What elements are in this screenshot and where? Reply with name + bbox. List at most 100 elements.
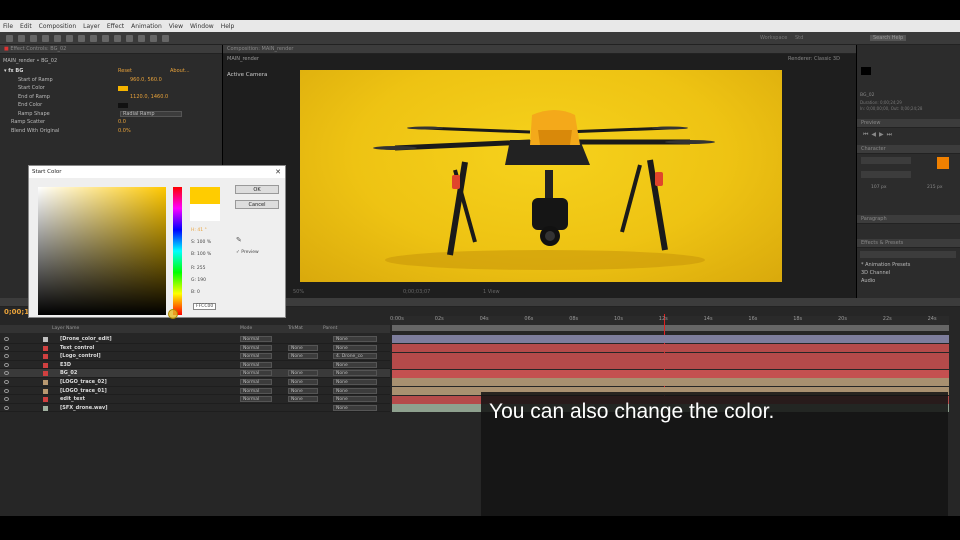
- puppet-tool-icon[interactable]: [162, 35, 169, 42]
- blend-mode-select[interactable]: Normal: [240, 370, 272, 377]
- label-color-swatch[interactable]: [43, 362, 48, 368]
- layer-name[interactable]: [LOGO_trace_02]: [60, 378, 107, 387]
- label-color-swatch[interactable]: [43, 337, 48, 342]
- parent-select[interactable]: None: [333, 370, 377, 377]
- ok-button[interactable]: OK: [235, 185, 279, 194]
- hand-tool-icon[interactable]: [18, 35, 25, 42]
- eyedropper-icon[interactable]: ✎: [236, 236, 242, 244]
- search-help-input[interactable]: Search Help: [870, 35, 907, 41]
- about-link[interactable]: About...: [170, 67, 190, 76]
- h-field[interactable]: H: 41 °: [191, 228, 207, 233]
- visibility-eye-icon[interactable]: [4, 388, 9, 393]
- blend-mode-select[interactable]: Normal: [240, 361, 272, 368]
- clone-tool-icon[interactable]: [126, 35, 133, 42]
- preset-item[interactable]: 3D Channel: [861, 270, 890, 276]
- ramp-shape-select[interactable]: Radial Ramp: [120, 110, 182, 117]
- workspace-select[interactable]: Std: [795, 35, 803, 41]
- layer-row[interactable]: edit_text Normal None None: [0, 395, 390, 404]
- cancel-button[interactable]: Cancel: [235, 200, 279, 209]
- property-value[interactable]: 1120.0, 1460.0: [130, 93, 168, 102]
- layer-name[interactable]: Text_control: [60, 344, 94, 353]
- blend-mode-select[interactable]: Normal: [240, 336, 272, 342]
- blend-mode-select[interactable]: Normal: [240, 344, 272, 351]
- layer-name[interactable]: E3D: [60, 361, 71, 370]
- blend-mode-select[interactable]: Normal: [240, 396, 272, 403]
- brush-tool-icon[interactable]: [114, 35, 121, 42]
- end-color-swatch[interactable]: [118, 103, 128, 108]
- camera-tool-icon[interactable]: [54, 35, 61, 42]
- r-field[interactable]: R: 255: [191, 266, 206, 271]
- text-tool-icon[interactable]: [102, 35, 109, 42]
- track-matte-select[interactable]: None: [288, 379, 318, 385]
- property-value[interactable]: 0.0%: [118, 127, 131, 136]
- menu-animation[interactable]: Animation: [131, 23, 162, 30]
- pen-tool-icon[interactable]: [90, 35, 97, 42]
- visibility-eye-icon[interactable]: [4, 397, 9, 402]
- parent-select[interactable]: 4. Drone_co: [333, 353, 377, 360]
- visibility-eye-icon[interactable]: [4, 371, 9, 376]
- fill-color-swatch[interactable]: [937, 157, 949, 169]
- label-color-swatch[interactable]: [43, 380, 48, 385]
- composition-viewer[interactable]: [300, 70, 782, 282]
- parent-select[interactable]: None: [333, 336, 377, 342]
- layer-duration-bar[interactable]: [392, 369, 949, 378]
- mask-tool-icon[interactable]: [78, 35, 85, 42]
- layer-name[interactable]: [SFX_drone.wav]: [60, 404, 108, 413]
- time-ruler[interactable]: [392, 316, 949, 325]
- effect-header-row[interactable]: ▾ fx BG Reset About...: [0, 67, 220, 76]
- header-parent[interactable]: Parent: [323, 325, 337, 333]
- parent-select[interactable]: None: [333, 387, 377, 394]
- layer-name[interactable]: BG_02: [60, 369, 77, 378]
- layer-duration-bar[interactable]: [392, 361, 949, 370]
- property-value[interactable]: 0.0: [118, 118, 126, 127]
- label-color-swatch[interactable]: [43, 388, 48, 394]
- layer-row[interactable]: [LOGO_trace_01] Normal None None: [0, 387, 390, 396]
- effect-row-blend[interactable]: Blend With Original 0.0%: [0, 127, 220, 136]
- selection-tool-icon[interactable]: [6, 35, 13, 42]
- font-size-field[interactable]: 107 px: [871, 185, 887, 190]
- roto-tool-icon[interactable]: [150, 35, 157, 42]
- layer-row[interactable]: BG_02 Normal None None: [0, 369, 390, 378]
- visibility-eye-icon[interactable]: [4, 362, 9, 367]
- menu-file[interactable]: File: [3, 23, 13, 30]
- label-color-swatch[interactable]: [43, 397, 48, 403]
- menu-layer[interactable]: Layer: [83, 23, 100, 30]
- parent-select[interactable]: None: [333, 396, 377, 403]
- header-layer-name[interactable]: Layer Name: [52, 325, 79, 333]
- parent-select[interactable]: None: [333, 344, 377, 351]
- start-color-swatch[interactable]: [118, 86, 128, 91]
- effect-row-end-of-ramp[interactable]: End of Ramp 1120.0, 1460.0: [0, 93, 220, 102]
- track-matte-select[interactable]: None: [288, 396, 318, 403]
- comp-time-display[interactable]: 0;00;03;07: [403, 289, 430, 295]
- pan-tool-icon[interactable]: [66, 35, 73, 42]
- layer-name[interactable]: edit_text: [60, 395, 85, 404]
- hue-slider[interactable]: [173, 187, 182, 315]
- eraser-tool-icon[interactable]: [138, 35, 145, 42]
- menu-edit[interactable]: Edit: [20, 23, 32, 30]
- layer-duration-bar[interactable]: [392, 352, 949, 361]
- comp-sub-tab[interactable]: MAIN_render: [227, 56, 259, 62]
- track-matte-select[interactable]: None: [288, 344, 318, 351]
- g-field[interactable]: G: 190: [191, 278, 206, 283]
- menu-window[interactable]: Window: [190, 23, 214, 30]
- reset-link[interactable]: Reset: [118, 67, 132, 76]
- header-mode[interactable]: Mode: [240, 325, 252, 333]
- visibility-eye-icon[interactable]: [4, 354, 9, 359]
- composition-tab[interactable]: Composition: MAIN_render: [223, 45, 856, 54]
- blend-mode-select[interactable]: Normal: [240, 387, 272, 394]
- property-value[interactable]: 960.0, 560.0: [130, 76, 162, 85]
- track-matte-select[interactable]: None: [288, 370, 318, 377]
- b-field[interactable]: B: 100 %: [191, 252, 211, 257]
- visibility-eye-icon[interactable]: [4, 345, 9, 350]
- preset-item[interactable]: * Animation Presets: [861, 262, 910, 268]
- header-trkmat[interactable]: TrkMat: [288, 325, 303, 333]
- layer-duration-bar[interactable]: [392, 335, 949, 344]
- label-color-swatch[interactable]: [43, 354, 48, 360]
- track-matte-select[interactable]: None: [288, 353, 318, 360]
- visibility-eye-icon[interactable]: [4, 405, 9, 410]
- rotate-tool-icon[interactable]: [42, 35, 49, 42]
- parent-select[interactable]: None: [333, 361, 377, 368]
- font-style-select[interactable]: [861, 171, 911, 178]
- blue-field[interactable]: B: 0: [191, 290, 200, 295]
- effect-row-ramp-scatter[interactable]: Ramp Scatter 0.0: [0, 118, 220, 127]
